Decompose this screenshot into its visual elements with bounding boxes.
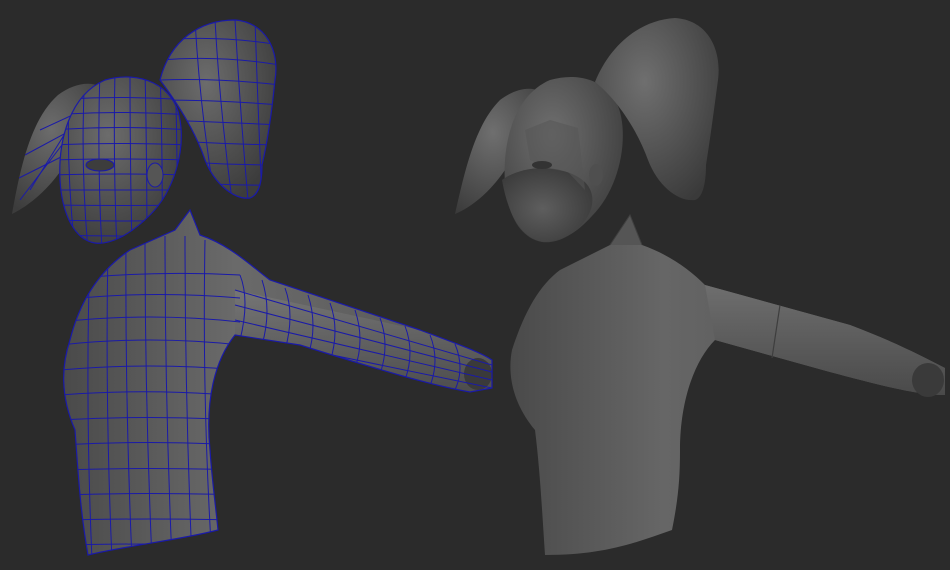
wireframe-model-render xyxy=(12,19,493,556)
shaded-model[interactable] xyxy=(450,0,950,570)
3d-viewport[interactable] xyxy=(0,0,950,570)
torso-shape xyxy=(63,208,493,556)
wireframe-model[interactable] xyxy=(0,0,500,570)
shaded-model-render xyxy=(455,18,945,555)
torso-shape-shaded xyxy=(510,213,945,555)
